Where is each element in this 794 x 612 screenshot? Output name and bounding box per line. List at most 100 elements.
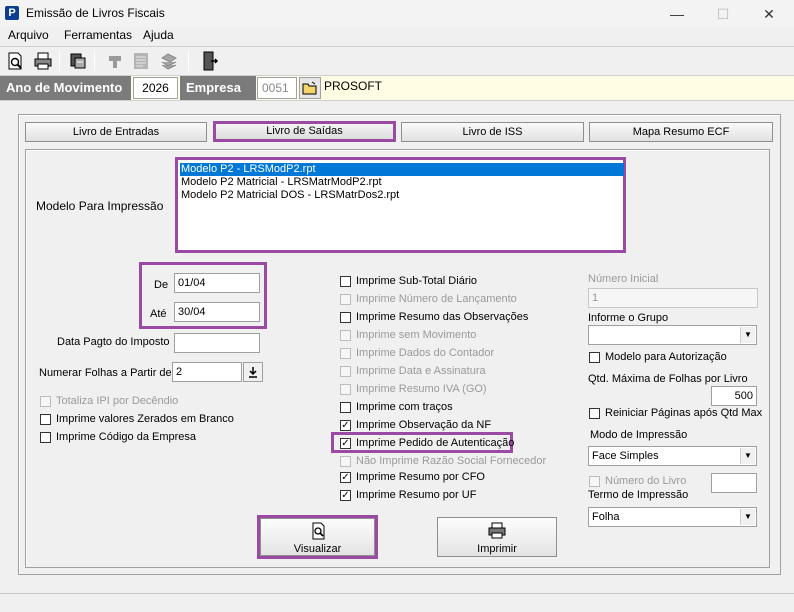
check-com-tracos[interactable]: Imprime com traços [340,401,570,415]
numero-livro-input[interactable] [711,473,757,493]
checkbox-label: Totaliza IPI por Decêndio [56,395,179,407]
numero-inicial-input[interactable]: 1 [588,288,758,308]
list-item[interactable]: Modelo P2 - LRSModP2.rpt [180,163,624,176]
check-totaliza-ipi[interactable]: Totaliza IPI por Decêndio [40,395,240,409]
checkbox[interactable] [340,456,351,467]
check-sub-total-diario[interactable]: Imprime Sub-Total Diário [340,275,570,289]
data-pagto-label: Data Pagto do Imposto [57,336,170,348]
numerar-down-button[interactable] [243,362,263,382]
pointer-icon [104,50,126,72]
menu-bar: Arquivo Ferramentas Ajuda [0,27,794,45]
modelo-listbox[interactable]: Modelo P2 - LRSModP2.rpt Modelo P2 Matri… [175,157,626,253]
close-button[interactable]: ✕ [746,2,792,26]
checkbox-checked[interactable]: ✓ [340,438,351,449]
checkbox-label: Não Imprime Razão Social Fornecedor [356,455,547,467]
checkbox[interactable] [340,366,351,377]
data-pagto-input[interactable] [174,333,260,353]
tab-mapa-resumo-ecf[interactable]: Mapa Resumo ECF [589,122,773,142]
checkbox-label: Imprime Pedido de Autenticação [356,437,515,449]
grupo-combo[interactable]: ▼ [588,325,757,345]
ate-input[interactable]: 30/04 [174,302,260,322]
tab-livro-saidas[interactable]: Livro de Saídas [213,121,396,142]
chevron-down-icon[interactable]: ▼ [740,509,755,525]
check-codigo-empresa[interactable]: Imprime Código da Empresa [40,431,240,445]
checkbox-checked[interactable]: ✓ [340,472,351,483]
export-icon[interactable] [67,50,89,72]
modo-label: Modo de Impressão [590,429,688,441]
combo-value: Face Simples [592,450,659,462]
checkbox[interactable] [589,352,600,363]
printer-icon[interactable] [32,50,54,72]
printer-icon [488,522,506,539]
list-item[interactable]: Modelo P2 Matricial - LRSMatrModP2.rpt [180,176,624,189]
maximize-button[interactable]: ☐ [700,2,746,26]
checkbox[interactable] [340,384,351,395]
checkbox-label: Imprime Código da Empresa [56,431,197,443]
ano-input[interactable]: 2026 [133,77,178,99]
modo-combo[interactable]: Face Simples ▼ [588,446,757,466]
toolbar-separator [94,51,95,71]
toolbar-separator [59,51,60,71]
termo-combo[interactable]: Folha ▼ [588,507,757,527]
check-resumo-observacoes[interactable]: Imprime Resumo das Observações [340,311,570,325]
tab-livro-entradas[interactable]: Livro de Entradas [25,122,207,142]
checkbox[interactable] [340,276,351,287]
checkbox-label: Imprime valores Zerados em Branco [56,413,234,425]
checkbox[interactable] [589,476,600,487]
checkbox[interactable] [40,396,51,407]
checkbox[interactable] [589,408,600,419]
checkbox[interactable] [340,294,351,305]
empresa-name: PROSOFT [324,79,383,93]
de-label: De [154,279,169,291]
check-valores-zerados[interactable]: Imprime valores Zerados em Branco [40,413,240,427]
checkbox-label: Reiniciar Páginas após Qtd Max [605,407,763,419]
de-input[interactable]: 01/04 [174,273,260,293]
checkbox[interactable] [340,312,351,323]
check-resumo-iva[interactable]: Imprime Resumo IVA (GO) [340,383,570,397]
menu-arquivo[interactable]: Arquivo [8,28,49,42]
open-folder-button[interactable] [299,77,321,99]
check-data-assinatura[interactable]: Imprime Data e Assinatura [340,365,570,379]
qtd-max-input[interactable]: 500 [711,386,757,406]
check-resumo-uf[interactable]: ✓ Imprime Resumo por UF [340,489,570,503]
check-observacao-nf[interactable]: ✓ Imprime Observação da NF [340,419,570,433]
list-item[interactable]: Modelo P2 Matricial DOS - LRSMatrDos2.rp… [180,189,624,202]
checkbox-label: Imprime Resumo por UF [356,489,477,501]
numerar-input[interactable]: 2 [172,362,242,382]
empresa-code-input[interactable]: 0051 [257,77,297,99]
check-resumo-cfo[interactable]: ✓ Imprime Resumo por CFO [340,471,570,485]
menu-ferramentas[interactable]: Ferramentas [64,28,132,42]
menu-ajuda[interactable]: Ajuda [143,28,174,42]
check-razao-social[interactable]: Não Imprime Razão Social Fornecedor [340,455,570,469]
exit-door-icon[interactable] [198,50,220,72]
checkbox-label: Modelo para Autorização [605,351,727,363]
visualizar-button[interactable]: Visualizar [260,518,375,556]
check-modelo-autorizacao[interactable]: Modelo para Autorização [589,351,759,365]
minimize-button[interactable]: — [654,2,700,26]
imprimir-label: Imprimir [477,543,517,555]
document-icon [130,50,152,72]
print-preview-icon [312,522,324,540]
checkbox-checked[interactable]: ✓ [340,490,351,501]
checkbox-label: Imprime Sub-Total Diário [356,275,478,287]
check-dados-contador[interactable]: Imprime Dados do Contador [340,347,570,361]
chevron-down-icon[interactable]: ▼ [740,327,755,343]
print-preview-icon[interactable] [4,50,26,72]
check-numero-lancamento[interactable]: Imprime Número de Lançamento [340,293,570,307]
checkbox[interactable] [340,348,351,359]
check-reiniciar-paginas[interactable]: Reiniciar Páginas após Qtd Max [589,407,769,421]
checkbox[interactable] [40,414,51,425]
tab-livro-iss[interactable]: Livro de ISS [401,122,584,142]
checkbox[interactable] [40,432,51,443]
check-numero-livro[interactable]: Número do Livro [589,475,709,489]
check-pedido-autenticacao[interactable]: ✓ Imprime Pedido de Autenticação [340,437,514,451]
checkbox-label: Imprime Resumo IVA (GO) [356,383,487,395]
checkbox-checked[interactable]: ✓ [340,420,351,431]
checkbox[interactable] [340,402,351,413]
tab-label: Livro de ISS [462,126,523,138]
checkbox[interactable] [340,330,351,341]
check-sem-movimento[interactable]: Imprime sem Movimento [340,329,570,343]
imprimir-button[interactable]: Imprimir [437,517,557,557]
chevron-down-icon[interactable]: ▼ [740,448,755,464]
folder-icon [302,81,317,95]
